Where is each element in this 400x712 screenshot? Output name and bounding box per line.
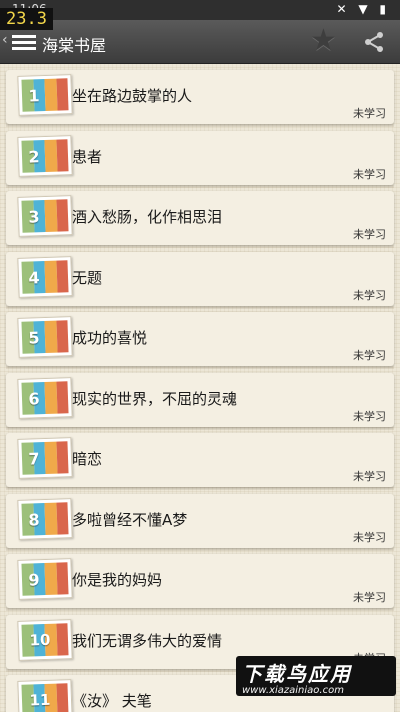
item-title: 现实的世界，不屈的灵魂: [72, 390, 238, 408]
item-number: 5: [28, 327, 40, 348]
item-status: 未学习: [353, 531, 386, 544]
list-item[interactable]: 7 暗恋 未学习: [6, 433, 394, 490]
page-title: 海棠书屋: [42, 36, 107, 55]
item-number: 9: [28, 569, 40, 590]
item-status: 未学习: [353, 470, 386, 483]
status-icons: ✕ ▼ ▮: [336, 2, 390, 16]
status-bar: 11:06 ✕ ▼ ▮: [0, 0, 400, 20]
item-title: 成功的喜悦: [72, 329, 148, 347]
item-title: 我们无谓多伟大的爱情: [72, 632, 223, 650]
item-number: 4: [28, 267, 40, 288]
number-badge: 1: [17, 74, 73, 116]
list-item[interactable]: 3 酒入愁肠，化作相思泪 未学习: [6, 191, 394, 248]
item-title: 患者: [72, 148, 103, 166]
item-number: 2: [28, 146, 40, 167]
number-badge: 9: [17, 558, 73, 600]
item-number: 11: [29, 690, 51, 710]
star-icon[interactable]: ★: [310, 26, 337, 56]
watermark-url: www.xiazainiao.com: [242, 685, 344, 696]
item-number: 7: [28, 448, 40, 469]
back-chevron-icon[interactable]: ‹: [2, 32, 8, 48]
watermark-title: 下载鸟应用: [242, 662, 352, 686]
item-number: 6: [28, 388, 40, 409]
number-badge: 4: [17, 256, 73, 298]
list-item[interactable]: 6 现实的世界，不屈的灵魂 未学习: [6, 373, 394, 430]
number-badge: 8: [17, 498, 73, 540]
number-badge: 11: [17, 679, 73, 712]
number-badge: 10: [17, 619, 73, 661]
item-number: 10: [29, 630, 51, 650]
item-title: 无题: [72, 269, 103, 287]
share-icon[interactable]: [362, 30, 386, 54]
number-badge: 3: [17, 195, 73, 237]
item-title: 《汝》 夫笔: [72, 692, 152, 710]
item-status: 未学习: [353, 228, 386, 241]
item-title: 你是我的妈妈: [72, 571, 163, 589]
item-status: 未学习: [353, 289, 386, 302]
list-item[interactable]: 4 无题 未学习: [6, 252, 394, 309]
number-badge: 6: [17, 377, 73, 419]
item-number: 3: [28, 206, 40, 227]
item-number: 8: [28, 509, 40, 530]
item-status: 未学习: [353, 349, 386, 362]
list-item[interactable]: 8 多啦曾经不懂A梦 未学习: [6, 494, 394, 551]
item-status: 未学习: [353, 168, 386, 181]
menu-icon[interactable]: [12, 35, 36, 51]
item-status: 未学习: [353, 591, 386, 604]
item-status: 未学习: [353, 107, 386, 120]
list-item[interactable]: 5 成功的喜悦 未学习: [6, 312, 394, 369]
fps-overlay: 23.3: [0, 8, 53, 30]
list-item[interactable]: 9 你是我的妈妈 未学习: [6, 554, 394, 611]
item-title: 酒入愁肠，化作相思泪: [72, 208, 223, 226]
item-status: 未学习: [353, 410, 386, 423]
item-number: 1: [28, 85, 40, 106]
number-badge: 5: [17, 316, 73, 358]
list-item[interactable]: 2 患者 未学习: [6, 131, 394, 188]
list-item[interactable]: 1 坐在路边鼓掌的人 未学习: [6, 70, 394, 127]
item-title: 坐在路边鼓掌的人: [72, 87, 193, 105]
number-badge: 7: [17, 437, 73, 479]
item-title: 多啦曾经不懂A梦: [72, 511, 188, 529]
watermark-logo: 下载鸟应用 www.xiazainiao.com: [236, 656, 396, 696]
number-badge: 2: [17, 135, 73, 177]
item-title: 暗恋: [72, 450, 103, 468]
title-bar: ‹ 海棠书屋 ★: [0, 20, 400, 64]
